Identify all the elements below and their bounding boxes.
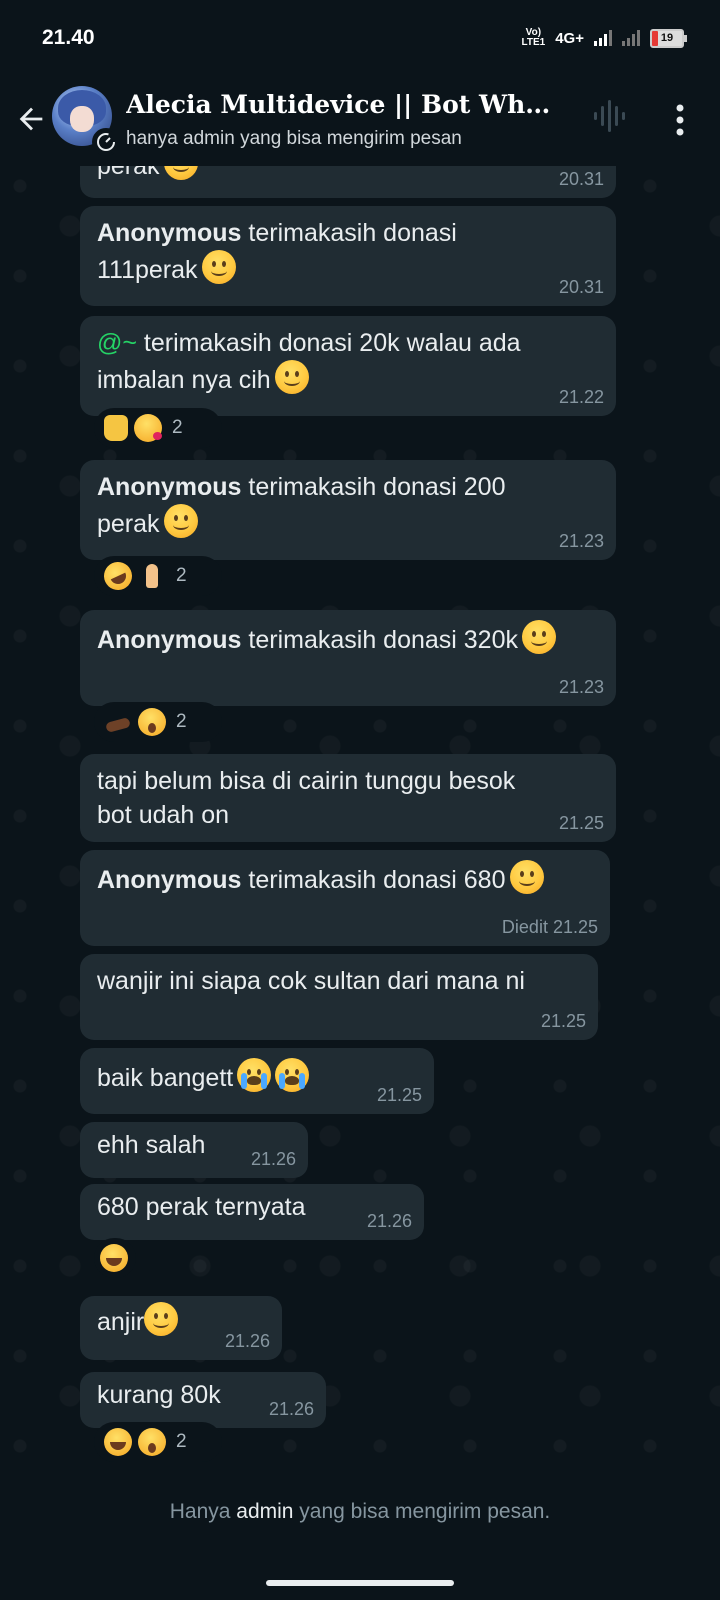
smile-emoji-icon xyxy=(522,620,556,654)
message-bubble[interactable]: Anonymous terimakasih donasi 111perak 20… xyxy=(80,206,616,306)
chat-subtitle[interactable]: hanya admin yang bisa mengirim pesan xyxy=(126,128,462,150)
message-text: terimakasih donasi 320k xyxy=(241,626,518,654)
message-time: 21.26 xyxy=(224,1331,270,1351)
status-time: 21.40 xyxy=(42,26,95,49)
crying-emoji-icon xyxy=(275,1058,310,1092)
chat-title[interactable]: Alecia Multidevice || Bot Whats... xyxy=(126,90,566,119)
reaction-count: 2 xyxy=(176,565,187,586)
signal-icon xyxy=(594,30,612,46)
message-bubble[interactable]: kurang 80k 21.26 xyxy=(80,1372,326,1428)
reaction-count: 2 xyxy=(172,417,183,438)
more-options-icon[interactable] xyxy=(670,102,690,138)
status-indicators: Vo) LTE1 4G+ 19 xyxy=(521,27,687,48)
surprised-emoji-icon xyxy=(138,1428,166,1456)
laughing-tears-icon xyxy=(100,1244,128,1272)
message-time: 21.22 xyxy=(558,387,604,407)
message-text: kurang 80k xyxy=(97,1381,221,1409)
reactions-pill[interactable]: 2 xyxy=(94,556,222,596)
reactions-pill[interactable] xyxy=(94,1238,136,1278)
reactions-pill[interactable]: 2 xyxy=(94,408,222,448)
message-time: 21.25 xyxy=(540,1011,586,1031)
message-bubble[interactable]: tapi belum bisa di cairin tunggu besok b… xyxy=(80,754,616,842)
volte-icon: Vo) LTE1 xyxy=(521,27,546,48)
thumbs-up-icon xyxy=(104,415,128,441)
kiss-emoji-icon xyxy=(134,414,162,442)
message-text: baik bangett xyxy=(97,1064,234,1092)
message-time: 21.25 xyxy=(376,1085,422,1105)
message-time: Diedit 21.25 xyxy=(501,917,598,937)
message-text: perak xyxy=(97,166,160,180)
reactions-pill[interactable]: 2 xyxy=(94,702,222,742)
home-indicator[interactable] xyxy=(266,1580,454,1586)
message-time: 21.23 xyxy=(558,531,604,551)
message-time: 21.26 xyxy=(268,1399,314,1419)
signal-2-icon xyxy=(622,30,640,46)
network-type: 4G+ xyxy=(555,29,584,47)
smile-emoji-icon xyxy=(163,504,198,538)
message-time: 21.26 xyxy=(366,1211,412,1231)
chat-header: Alecia Multidevice || Bot Whats... hanya… xyxy=(0,80,720,166)
message-time: 20.31 xyxy=(558,277,604,297)
message-list[interactable]: perak 20.31 Anonymous terimakasih donasi… xyxy=(0,166,720,1470)
status-bar: 21.40 Vo) LTE1 4G+ 19 xyxy=(0,0,720,80)
message-time: 21.26 xyxy=(250,1149,296,1169)
smile-emoji-icon xyxy=(144,1302,179,1336)
message-time: 21.25 xyxy=(558,813,604,833)
message-text: 680 perak ternyata xyxy=(97,1193,306,1221)
reactions-pill[interactable]: 2 xyxy=(94,1422,222,1462)
admin-link[interactable]: admin xyxy=(236,1500,293,1523)
surprised-emoji-icon xyxy=(138,708,166,736)
smile-emoji-icon xyxy=(201,250,236,284)
admin-only-notice: Hanya admin yang bisa mengirim pesan. xyxy=(169,1500,551,1523)
poop-emoji-icon xyxy=(104,708,132,736)
disappearing-timer-icon xyxy=(92,128,120,156)
mention[interactable]: @~ xyxy=(97,329,137,357)
message-time: 20.31 xyxy=(558,169,604,189)
praying-hands-icon xyxy=(138,562,166,590)
message-text: ehh salah xyxy=(97,1131,206,1159)
message-bubble[interactable]: perak 20.31 xyxy=(80,166,616,198)
message-sender: Anonymous xyxy=(97,473,242,501)
message-time: 21.23 xyxy=(558,677,604,697)
reaction-count: 2 xyxy=(176,1431,187,1452)
message-bubble[interactable]: 680 perak ternyata 21.26 xyxy=(80,1184,424,1240)
admin-only-footer: Hanya admin yang bisa mengirim pesan. xyxy=(0,1470,720,1600)
message-bubble[interactable]: Anonymous terimakasih donasi 320k 21.23 xyxy=(80,610,616,706)
message-text: wanjir ini siapa cok sultan dari mana ni xyxy=(97,967,525,995)
message-text: terimakasih donasi 20k walau ada imbalan… xyxy=(97,329,521,394)
message-text: tapi belum bisa di cairin tunggu besok b… xyxy=(97,767,516,829)
battery-icon: 19 xyxy=(650,28,687,48)
reaction-count: 2 xyxy=(176,711,187,732)
message-bubble[interactable]: Anonymous terimakasih donasi 200 perak 2… xyxy=(80,460,616,560)
smile-emoji-icon xyxy=(163,166,198,180)
message-text: anjir xyxy=(97,1308,145,1336)
message-sender: Anonymous xyxy=(97,626,242,654)
message-bubble[interactable]: baik bangett 21.25 xyxy=(80,1048,434,1114)
rolling-laughing-icon xyxy=(99,557,137,595)
message-bubble[interactable]: anjir 21.26 xyxy=(80,1296,282,1360)
crying-emoji-icon xyxy=(237,1058,272,1092)
message-text: terimakasih donasi 680 xyxy=(241,866,506,894)
smile-emoji-icon xyxy=(509,860,544,894)
message-bubble[interactable]: ehh salah 21.26 xyxy=(80,1122,308,1178)
smirk-emoji-icon xyxy=(274,360,309,394)
message-bubble[interactable]: wanjir ini siapa cok sultan dari mana ni… xyxy=(80,954,598,1040)
message-sender: Anonymous xyxy=(97,219,242,247)
message-bubble[interactable]: @~ terimakasih donasi 20k walau ada imba… xyxy=(80,316,616,416)
message-sender: Anonymous xyxy=(97,866,242,894)
voice-chat-icon[interactable] xyxy=(592,96,626,136)
message-bubble[interactable]: Anonymous terimakasih donasi 680 Diedit … xyxy=(80,850,610,946)
laughing-tears-icon xyxy=(104,1428,132,1456)
back-arrow-icon[interactable] xyxy=(14,102,48,136)
